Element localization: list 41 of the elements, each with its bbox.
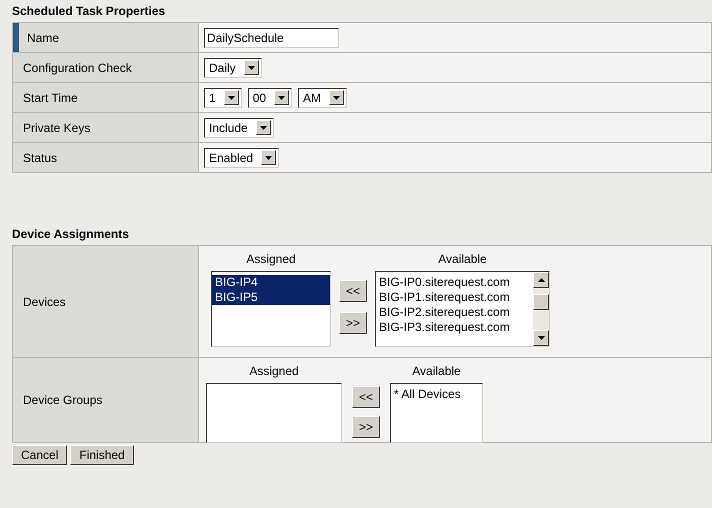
scroll-thumb[interactable]: [533, 294, 549, 310]
dropdown[interactable]: Daily: [204, 58, 262, 78]
scrollbar[interactable]: [533, 272, 549, 346]
dropdown[interactable]: 00: [248, 88, 292, 108]
list-box[interactable]: BIG-IP0.siterequest.com BIG-IP1.siterequest.com BIG-IP2.siterequest.com BIG-IP3.siterequest.com: [375, 271, 550, 347]
column-heading: Assigned: [246, 251, 296, 268]
list-box[interactable]: * All Devices: [390, 383, 483, 443]
list-option[interactable]: BIG-IP5: [212, 290, 330, 305]
section-title: Device Assignments: [12, 226, 130, 243]
list-option[interactable]: BIG-IP4: [212, 275, 330, 290]
scroll-up-icon[interactable]: [533, 272, 549, 288]
column-heading: Available: [438, 251, 487, 268]
row-label: Status: [13, 143, 198, 172]
form-button[interactable]: Cancel: [12, 445, 68, 465]
list-option[interactable]: BIG-IP3.siterequest.com: [376, 320, 533, 335]
name-field[interactable]: DailySchedule: [204, 28, 339, 48]
list-option[interactable]: BIG-IP2.siterequest.com: [376, 305, 533, 320]
row-label: Private Keys: [13, 113, 198, 142]
row-label: Device Groups: [13, 358, 198, 442]
row-label: Start Time: [13, 83, 198, 112]
list-option[interactable]: BIG-IP1.siterequest.com: [376, 290, 533, 305]
scroll-down-icon[interactable]: [533, 330, 549, 346]
dropdown[interactable]: Include: [204, 118, 274, 138]
list-option[interactable]: * All Devices: [391, 387, 482, 402]
move-left-button[interactable]: <<: [339, 280, 367, 302]
dropdown[interactable]: AM: [298, 88, 348, 108]
row-label: Devices: [13, 246, 198, 357]
row-label: Name: [13, 23, 198, 52]
row-label: Configuration Check: [13, 53, 198, 82]
dropdown[interactable]: Enabled: [204, 148, 280, 168]
list-option[interactable]: BIG-IP0.siterequest.com: [376, 275, 533, 290]
form-button[interactable]: Finished: [70, 445, 134, 465]
section-title: Scheduled Task Properties: [12, 3, 166, 20]
move-right-button[interactable]: >>: [339, 312, 367, 334]
move-left-button[interactable]: <<: [352, 386, 380, 408]
column-heading: Available: [412, 363, 461, 380]
list-box[interactable]: BIG-IP4 BIG-IP5: [211, 271, 331, 347]
move-right-button[interactable]: >>: [352, 416, 380, 438]
dropdown[interactable]: 1: [204, 88, 242, 108]
column-heading: Assigned: [249, 363, 299, 380]
list-box[interactable]: [206, 383, 342, 443]
